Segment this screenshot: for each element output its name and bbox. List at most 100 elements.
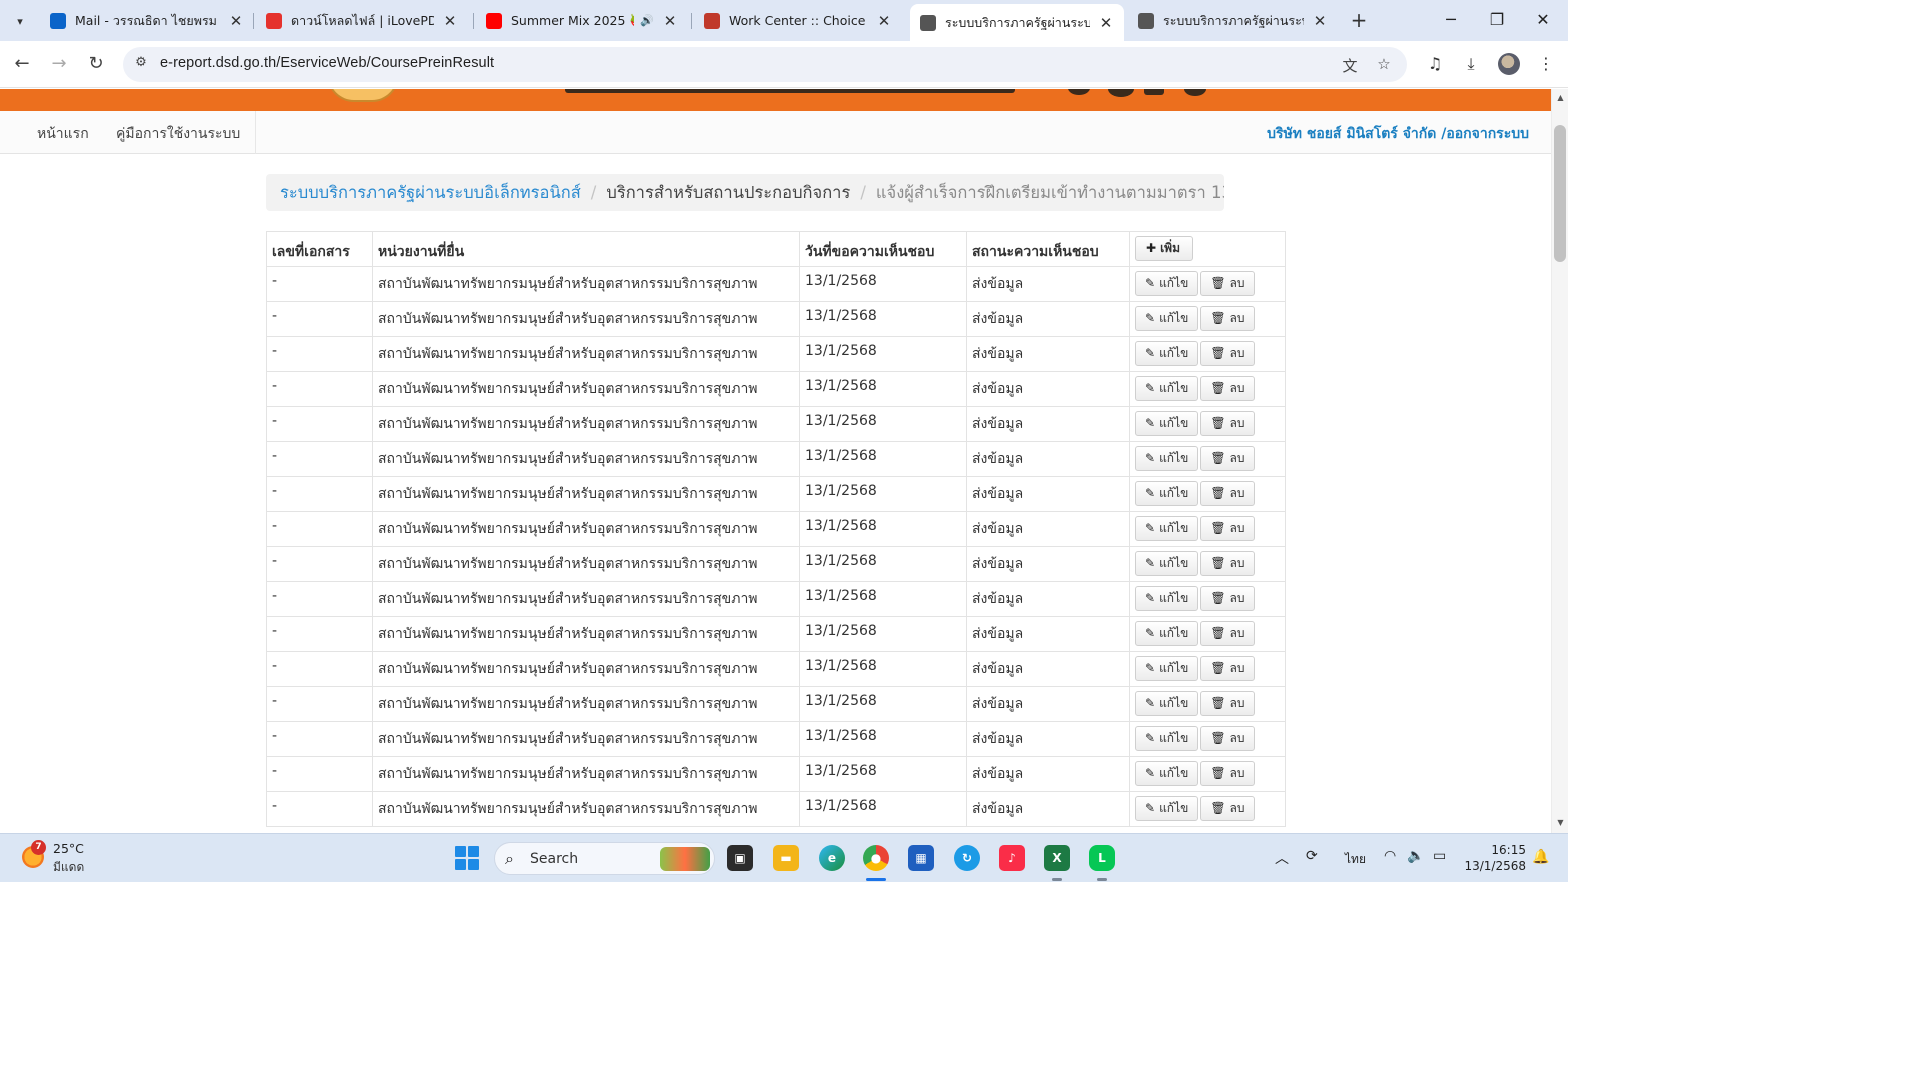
company-name-link[interactable]: บริษัท ชอยส์ มินิสโตร์ จำกัด [1267, 126, 1436, 142]
input-language[interactable]: ไทย [1345, 850, 1366, 869]
breadcrumb-separator: / [590, 183, 597, 202]
system-clock[interactable]: 16:15 13/1/2568 [1462, 842, 1526, 874]
edit-button[interactable]: ✎ แก้ไข [1135, 341, 1199, 366]
restore-icon[interactable]: ❐ [1482, 8, 1512, 32]
scroll-up-arrow-icon[interactable]: ▲ [1555, 93, 1566, 104]
edit-button[interactable]: ✎ แก้ไข [1135, 446, 1199, 471]
edit-button[interactable]: ✎ แก้ไข [1135, 656, 1199, 681]
breadcrumb-section-link[interactable]: บริการสำหรับสถานประกอบกิจการ [606, 180, 850, 206]
scroll-down-arrow-icon[interactable]: ▼ [1555, 818, 1566, 829]
trash-icon: 🗑 [1210, 381, 1226, 395]
nav-home-link[interactable]: หน้าแรก [37, 123, 89, 145]
browser-tab[interactable]: ระบบบริการภาครัฐผ่านระบบอิเล็ ✕ [1128, 5, 1338, 36]
pencil-icon: ✎ [1145, 626, 1156, 640]
edit-label: แก้ไข [1159, 766, 1189, 780]
scroll-thumb[interactable] [1554, 125, 1566, 262]
bookmark-star-icon[interactable]: ☆ [1374, 55, 1394, 75]
delete-button[interactable]: 🗑 ลบ [1200, 621, 1255, 646]
url-text[interactable]: e-report.dsd.go.th/EserviceWeb/CoursePre… [160, 55, 494, 71]
profile-avatar[interactable] [1498, 53, 1520, 75]
edit-button[interactable]: ✎ แก้ไข [1135, 271, 1199, 296]
tab-close-icon[interactable]: ✕ [662, 12, 678, 30]
line-app-icon[interactable]: L [1089, 845, 1115, 871]
delete-button[interactable]: 🗑 ลบ [1200, 271, 1255, 296]
page-scrollbar[interactable]: ▲ ▼ [1551, 89, 1568, 833]
browser-tab[interactable]: ระบบบริการภาครัฐผ่านระบบอิเล็ ✕ [910, 4, 1124, 41]
edit-button[interactable]: ✎ แก้ไข [1135, 551, 1199, 576]
delete-button[interactable]: 🗑 ลบ [1200, 446, 1255, 471]
speaker-icon[interactable]: 🔈 [1407, 848, 1424, 864]
browser-tab[interactable]: Summer Mix 2025 🍓 🔊 ✕ [476, 5, 688, 36]
minimize-icon[interactable]: ─ [1436, 8, 1466, 32]
notification-bell-icon[interactable]: 🔔 [1532, 849, 1549, 865]
close-window-icon[interactable]: ✕ [1528, 8, 1558, 32]
edge-icon[interactable]: e [819, 845, 845, 871]
logout-link[interactable]: ออกจากระบบ [1446, 126, 1529, 142]
sync-app-icon[interactable]: ↻ [954, 845, 980, 871]
delete-button[interactable]: 🗑 ลบ [1200, 411, 1255, 436]
breadcrumb-root-link[interactable]: ระบบบริการภาครัฐผ่านระบบอิเล็กทรอนิกส์ [280, 180, 581, 206]
edit-button[interactable]: ✎ แก้ไข [1135, 516, 1199, 541]
weather-condition[interactable]: มีแดด [53, 858, 84, 877]
tab-close-icon[interactable]: ✕ [442, 12, 458, 30]
browser-tab[interactable]: ดาวน์โหลดไฟล์ | iLovePDF ✕ [256, 5, 468, 36]
delete-button[interactable]: 🗑 ลบ [1200, 551, 1255, 576]
edit-button[interactable]: ✎ แก้ไข [1135, 691, 1199, 716]
delete-button[interactable]: 🗑 ลบ [1200, 481, 1255, 506]
edit-button[interactable]: ✎ แก้ไข [1135, 481, 1199, 506]
start-windows-icon[interactable] [455, 846, 479, 870]
back-arrow-icon[interactable]: ← [10, 52, 34, 76]
tray-sync-icon[interactable]: ⟳ [1306, 848, 1318, 864]
microsoft-store-icon[interactable]: ▦ [908, 845, 934, 871]
task-view-icon[interactable]: ▣ [727, 845, 753, 871]
tab-close-icon[interactable]: ✕ [228, 12, 244, 30]
tray-overflow-chevron-icon[interactable]: ︿ [1275, 848, 1289, 868]
address-bar[interactable]: ⚙ e-report.dsd.go.th/EserviceWeb/CourseP… [123, 47, 1407, 82]
delete-button[interactable]: 🗑 ลบ [1200, 376, 1255, 401]
delete-button[interactable]: 🗑 ลบ [1200, 726, 1255, 751]
delete-button[interactable]: 🗑 ลบ [1200, 761, 1255, 786]
nav-manual-link[interactable]: คู่มือการใช้งานระบบ [116, 123, 240, 145]
media-controls-icon[interactable]: ♫ [1424, 53, 1446, 75]
file-explorer-icon[interactable]: ▬ [773, 845, 799, 871]
site-settings-icon[interactable]: ⚙ [132, 55, 150, 73]
tab-close-icon[interactable]: ✕ [1098, 14, 1114, 32]
battery-icon[interactable]: ▭ [1433, 848, 1446, 864]
edit-button[interactable]: ✎ แก้ไข [1135, 726, 1199, 751]
delete-button[interactable]: 🗑 ลบ [1200, 306, 1255, 331]
chrome-icon[interactable]: ● [863, 845, 889, 871]
edit-button[interactable]: ✎ แก้ไข [1135, 411, 1199, 436]
tab-close-icon[interactable]: ✕ [876, 12, 892, 30]
edit-button[interactable]: ✎ แก้ไข [1135, 761, 1199, 786]
forward-arrow-icon[interactable]: → [47, 52, 71, 76]
delete-button[interactable]: 🗑 ลบ [1200, 656, 1255, 681]
reload-icon[interactable]: ↻ [84, 52, 108, 76]
taskbar-search[interactable]: ⌕ Search [494, 842, 715, 875]
delete-button[interactable]: 🗑 ลบ [1200, 796, 1255, 821]
pencil-icon: ✎ [1145, 801, 1156, 815]
delete-button[interactable]: 🗑 ลบ [1200, 341, 1255, 366]
edit-button[interactable]: ✎ แก้ไข [1135, 621, 1199, 646]
cell-actions: ✎ แก้ไข 🗑 ลบ [1129, 581, 1286, 617]
tab-search-chevron-icon[interactable]: ▾ [6, 7, 34, 35]
new-tab-plus-icon[interactable]: + [1347, 9, 1371, 33]
tab-close-icon[interactable]: ✕ [1312, 12, 1328, 30]
edit-button[interactable]: ✎ แก้ไข [1135, 586, 1199, 611]
delete-button[interactable]: 🗑 ลบ [1200, 586, 1255, 611]
edit-button[interactable]: ✎ แก้ไข [1135, 796, 1199, 821]
browser-tab[interactable]: Mail - วรรณธิดา ไชยพรม - O ✕ [40, 5, 254, 36]
edit-button[interactable]: ✎ แก้ไข [1135, 306, 1199, 331]
delete-button[interactable]: 🗑 ลบ [1200, 691, 1255, 716]
weather-temperature[interactable]: 25°C [53, 841, 84, 856]
browser-tab[interactable]: Work Center :: Choice Train ✕ [694, 5, 902, 36]
wifi-icon[interactable]: ◠ [1384, 848, 1396, 864]
add-button[interactable]: ✚ เพิ่ม [1135, 236, 1193, 261]
menu-kebab-icon[interactable]: ⋮ [1535, 53, 1557, 75]
delete-button[interactable]: 🗑 ลบ [1200, 516, 1255, 541]
edit-button[interactable]: ✎ แก้ไข [1135, 376, 1199, 401]
excel-icon[interactable]: X [1044, 845, 1070, 871]
downloads-icon[interactable]: ⤓ [1460, 53, 1482, 75]
translate-icon[interactable]: 文 [1340, 55, 1360, 75]
apple-music-icon[interactable]: ♪ [999, 845, 1025, 871]
tab-audio-icon[interactable]: 🔊 [640, 14, 654, 27]
